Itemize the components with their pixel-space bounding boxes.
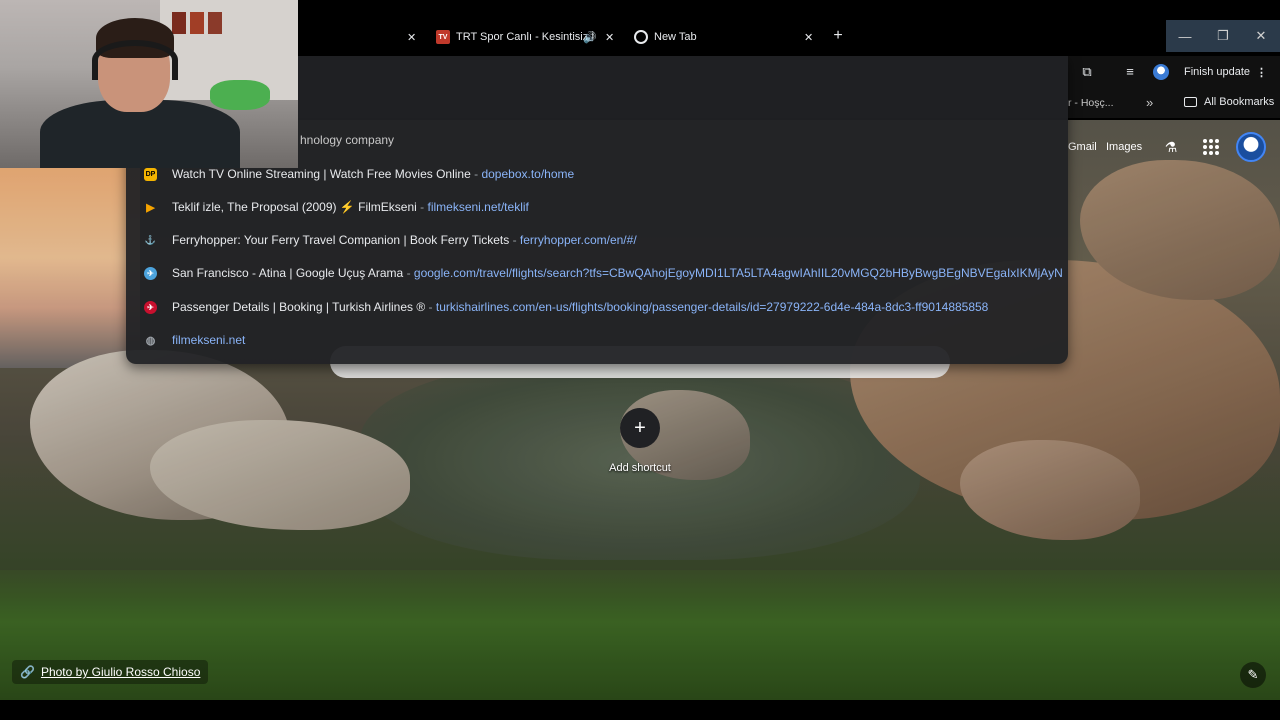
chevron-right-icon[interactable]: »	[1146, 95, 1153, 110]
close-window-button[interactable]: ✕	[1242, 20, 1280, 52]
all-bookmarks-label: All Bookmarks	[1204, 96, 1275, 108]
suggestion-row[interactable]: ✈ San Francisco - Atina | Google Uçuş Ar…	[126, 258, 1068, 288]
extensions-icon[interactable]: ⧉	[1079, 64, 1095, 80]
suggestion-row[interactable]: ▶ Teklif izle, The Proposal (2009) ⚡ Fil…	[126, 192, 1068, 222]
account-avatar[interactable]	[1236, 132, 1266, 162]
add-shortcut-label: Add shortcut	[609, 462, 671, 474]
google-apps-icon[interactable]	[1203, 139, 1219, 155]
reading-list-icon[interactable]: ≡	[1122, 64, 1138, 80]
all-bookmarks-button[interactable]: All Bookmarks	[1184, 96, 1274, 108]
speaker-icon[interactable]: 🔊	[583, 31, 597, 44]
ferryhopper-favicon-icon: ⚓	[144, 234, 157, 245]
suggestion-url: filmekseni.net/teklif	[427, 200, 529, 214]
globe-icon: ◍	[145, 334, 156, 347]
photo-credit-link[interactable]: 🔗 Photo by Giulio Rosso Chioso	[12, 660, 209, 684]
tab-title: New Tab	[654, 31, 697, 43]
suggestion-url: google.com/travel/flights/search?tfs=CBw…	[413, 266, 1062, 280]
suggestion-title: Watch TV Online Streaming | Watch Free M…	[172, 167, 471, 181]
trt-favicon-icon: TV	[436, 30, 450, 44]
suggestion-url: turkishairlines.com/en-us/flights/bookin…	[435, 300, 989, 314]
suggestion-url: ferryhopper.com/en/#/	[519, 233, 637, 247]
browser-window: ✕ TV TRT Spor Canlı - Kesintisiz İzle 🔊 …	[0, 0, 1280, 720]
finish-update-label: Finish update	[1184, 66, 1251, 78]
filmekseni-favicon-icon: ▶	[146, 201, 155, 214]
labs-flask-icon[interactable]: ⚗	[1163, 139, 1179, 155]
new-tab-button[interactable]: +	[830, 28, 846, 44]
dopebox-favicon-icon: DP	[144, 167, 157, 181]
tab-trt-spor[interactable]: TV TRT Spor Canlı - Kesintisiz İzle 🔊 ✕	[436, 24, 618, 50]
suggestion-row[interactable]: ⚓ Ferryhopper: Your Ferry Travel Compani…	[126, 225, 1068, 255]
profile-avatar[interactable]	[1153, 64, 1169, 80]
customize-pencil-icon[interactable]: ✎	[1240, 662, 1266, 688]
bookmark-item[interactable]: r - Hoşç...	[1068, 97, 1114, 109]
gmail-link[interactable]: Gmail	[1068, 141, 1097, 153]
suggestion-title: Passenger Details | Booking | Turkish Ai…	[172, 300, 426, 314]
suggestion-title: Teklif izle, The Proposal (2009) ⚡ FilmE…	[172, 200, 417, 214]
headset-icon	[92, 40, 178, 80]
close-tab-icon[interactable]: ✕	[605, 31, 614, 44]
close-tab-icon[interactable]: ✕	[804, 31, 813, 44]
suggestion-row[interactable]: ✈ Passenger Details | Booking | Turkish …	[126, 292, 1068, 322]
suggestion-url: filmekseni.net	[172, 333, 246, 347]
tab-new-tab[interactable]: New Tab ✕	[634, 24, 816, 50]
tab-title: TRT Spor Canlı - Kesintisiz İzle	[456, 31, 594, 43]
suggestion-title: Ferryhopper: Your Ferry Travel Companion…	[172, 233, 510, 247]
suggestion-row[interactable]: ◍ filmekseni.net	[126, 325, 1068, 355]
menu-dots-icon: ⋮	[1256, 66, 1268, 79]
finish-update-button[interactable]: Finish update ⋮	[1184, 62, 1267, 82]
suggestion-url: dopebox.to/home	[481, 167, 575, 181]
close-tab-icon[interactable]: ✕	[407, 31, 416, 44]
webcam-overlay	[0, 0, 298, 168]
minimize-button[interactable]: —	[1166, 20, 1204, 52]
wall-poster	[190, 12, 204, 34]
turkish-airlines-favicon-icon: ✈	[144, 300, 157, 314]
omnibox-hint: hnology company	[300, 133, 395, 147]
wall-poster	[208, 12, 222, 34]
wall-poster	[172, 12, 186, 34]
add-shortcut-button[interactable]: +	[620, 408, 660, 448]
suggestion-title: San Francisco - Atina | Google Uçuş Aram…	[172, 266, 404, 280]
webcam-green-object	[210, 80, 270, 110]
images-link[interactable]: Images	[1106, 141, 1142, 153]
chrome-icon	[634, 30, 648, 44]
folder-icon	[1184, 97, 1197, 107]
photo-credit-text: Photo by Giulio Rosso Chioso	[40, 665, 201, 679]
google-flights-favicon-icon: ✈	[144, 266, 157, 280]
tab-first[interactable]: ✕	[300, 24, 420, 50]
restore-button[interactable]: ❐	[1204, 20, 1242, 52]
link-icon: 🔗	[20, 665, 35, 679]
